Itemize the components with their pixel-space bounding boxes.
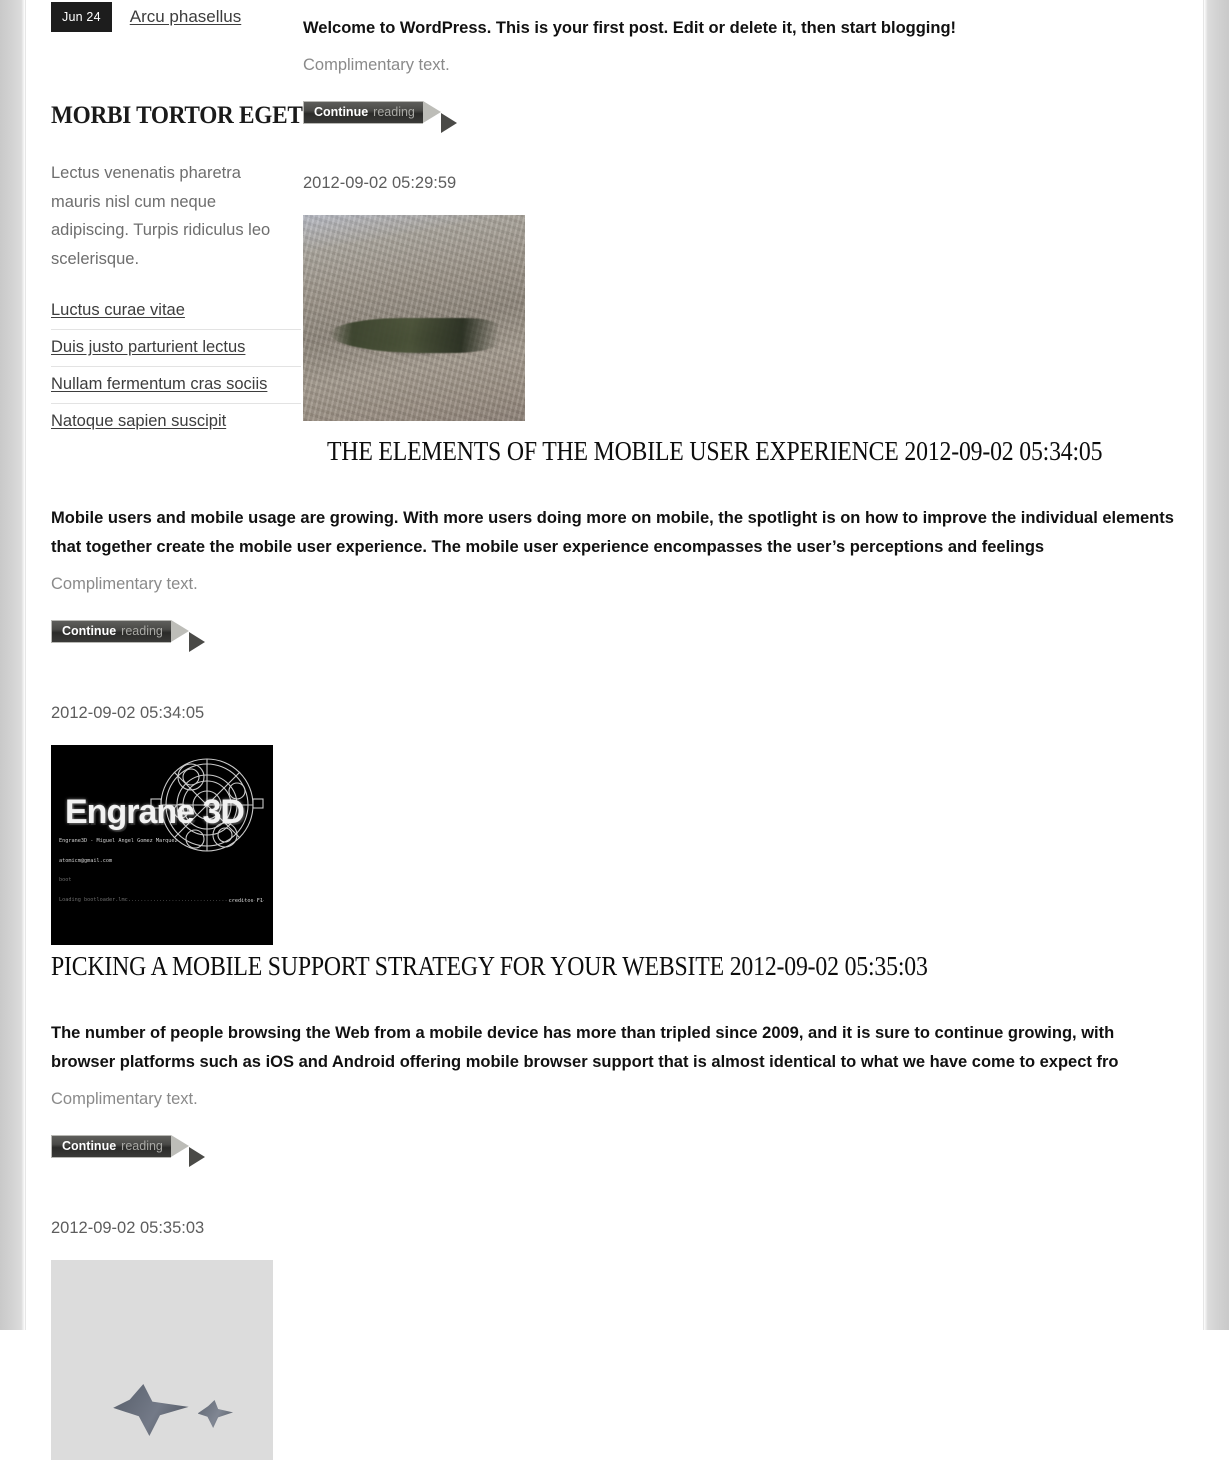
post-excerpt: Welcome to WordPress. This is your first… (303, 19, 957, 37)
continue-reading-strong: Continue (62, 624, 117, 639)
arrow-right-chevron-icon (170, 620, 205, 652)
top-region: Jun 24 Arcu phasellus MORBI TORTOR EGET … (27, 0, 1203, 430)
sidebar-link-luctus-curae-vitae[interactable]: Luctus curae vitae (51, 301, 185, 319)
post-complimentary-text: Complimentary text. (51, 575, 198, 593)
post-title[interactable]: PICKING A MOBILE SUPPORT STRATEGY FOR YO… (51, 951, 1065, 982)
continue-reading-label: Continue reading (51, 1135, 205, 1167)
console-line-2: atomicm@gmail.com (59, 857, 113, 864)
engrane-3d-splash-thumbnail[interactable]: Engrane 3D Engrane3D - Miguel Angel Gome… (51, 745, 273, 945)
continue-reading-button[interactable]: Continue reading (51, 1135, 205, 1167)
post-body: Mobile users and mobile usage are growin… (51, 504, 1176, 652)
post-next-partial: 2012-09-02 05:35:03 (27, 1219, 1203, 1460)
sidebar-link-list: Luctus curae vitae Duis justo parturient… (51, 293, 301, 440)
list-item: Duis justo parturient lectus (51, 330, 301, 367)
page-content: Jun 24 Arcu phasellus MORBI TORTOR EGET … (27, 0, 1203, 1460)
jet-over-terrain-thumbnail[interactable] (303, 215, 525, 421)
continue-reading-button[interactable]: Continue reading (303, 101, 457, 133)
post-excerpt: Mobile users and mobile usage are growin… (51, 509, 1174, 556)
sidebar: Jun 24 Arcu phasellus MORBI TORTOR EGET … (51, 0, 311, 440)
post-complimentary-text: Complimentary text. (303, 56, 450, 74)
continue-reading-strong: Continue (314, 105, 369, 120)
post-elements-header: 2012-09-02 05:29:59 (303, 174, 1183, 421)
list-item: Nullam fermentum cras sociis (51, 367, 301, 404)
page-gutter-right (1203, 0, 1229, 1330)
sidebar-widget-body: Lectus venenatis pharetra mauris nisl cu… (51, 164, 271, 268)
engrane-credits-text: creditos F1 (228, 898, 263, 905)
sidebar-link-duis-justo-parturient-lectus[interactable]: Duis justo parturient lectus (51, 338, 245, 356)
arrow-right-chevron-icon (422, 101, 457, 133)
post-date: 2012-09-02 05:35:03 (51, 1219, 205, 1237)
post-picking-mobile-support-strategy: 2012-09-02 05:34:05 Engrane 3D Engrane3D… (27, 704, 1203, 1167)
continue-reading-light: reading (121, 624, 163, 639)
continue-reading-button[interactable]: Continue reading (51, 620, 205, 652)
console-line-1: Engrane3D - Miguel Angel Gomez Marquez. (59, 837, 181, 844)
post-welcome: Welcome to WordPress. This is your first… (303, 14, 1183, 133)
sidebar-widget-title: MORBI TORTOR EGET (51, 102, 303, 129)
post-body: The number of people browsing the Web fr… (51, 1019, 1176, 1167)
continue-reading-label: Continue reading (303, 101, 457, 133)
sidebar-post-link-arcu-phasellus[interactable]: Arcu phasellus (130, 7, 242, 27)
arrow-right-chevron-icon (170, 1135, 205, 1167)
sidebar-link-natoque-sapien-suscipit[interactable]: Natoque sapien suscipit (51, 412, 226, 430)
continue-reading-label: Continue reading (51, 620, 205, 652)
list-item: Natoque sapien suscipit (51, 404, 301, 440)
continue-reading-strong: Continue (62, 1139, 117, 1154)
jets-in-sky-thumbnail[interactable] (51, 1260, 273, 1460)
post-excerpt: The number of people browsing the Web fr… (51, 1024, 1119, 1071)
list-item: Luctus curae vitae (51, 293, 301, 330)
date-badge: Jun 24 (51, 2, 112, 32)
post-date: 2012-09-02 05:29:59 (303, 174, 457, 192)
continue-reading-light: reading (373, 105, 415, 120)
console-line-3: boot (59, 877, 72, 884)
continue-reading-light: reading (121, 1139, 163, 1154)
post-elements-of-mobile-ux: THE ELEMENTS OF THE MOBILE USER EXPERIEN… (27, 436, 1203, 652)
sidebar-date-row: Jun 24 Arcu phasellus (51, 0, 311, 34)
sidebar-link-nullam-fermentum-cras-sociis[interactable]: Nullam fermentum cras sociis (51, 375, 267, 393)
page-gutter-left (0, 0, 26, 1330)
post-complimentary-text: Complimentary text. (51, 1090, 198, 1108)
post-title[interactable]: THE ELEMENTS OF THE MOBILE USER EXPERIEN… (327, 436, 1103, 467)
post-date: 2012-09-02 05:34:05 (51, 704, 205, 722)
